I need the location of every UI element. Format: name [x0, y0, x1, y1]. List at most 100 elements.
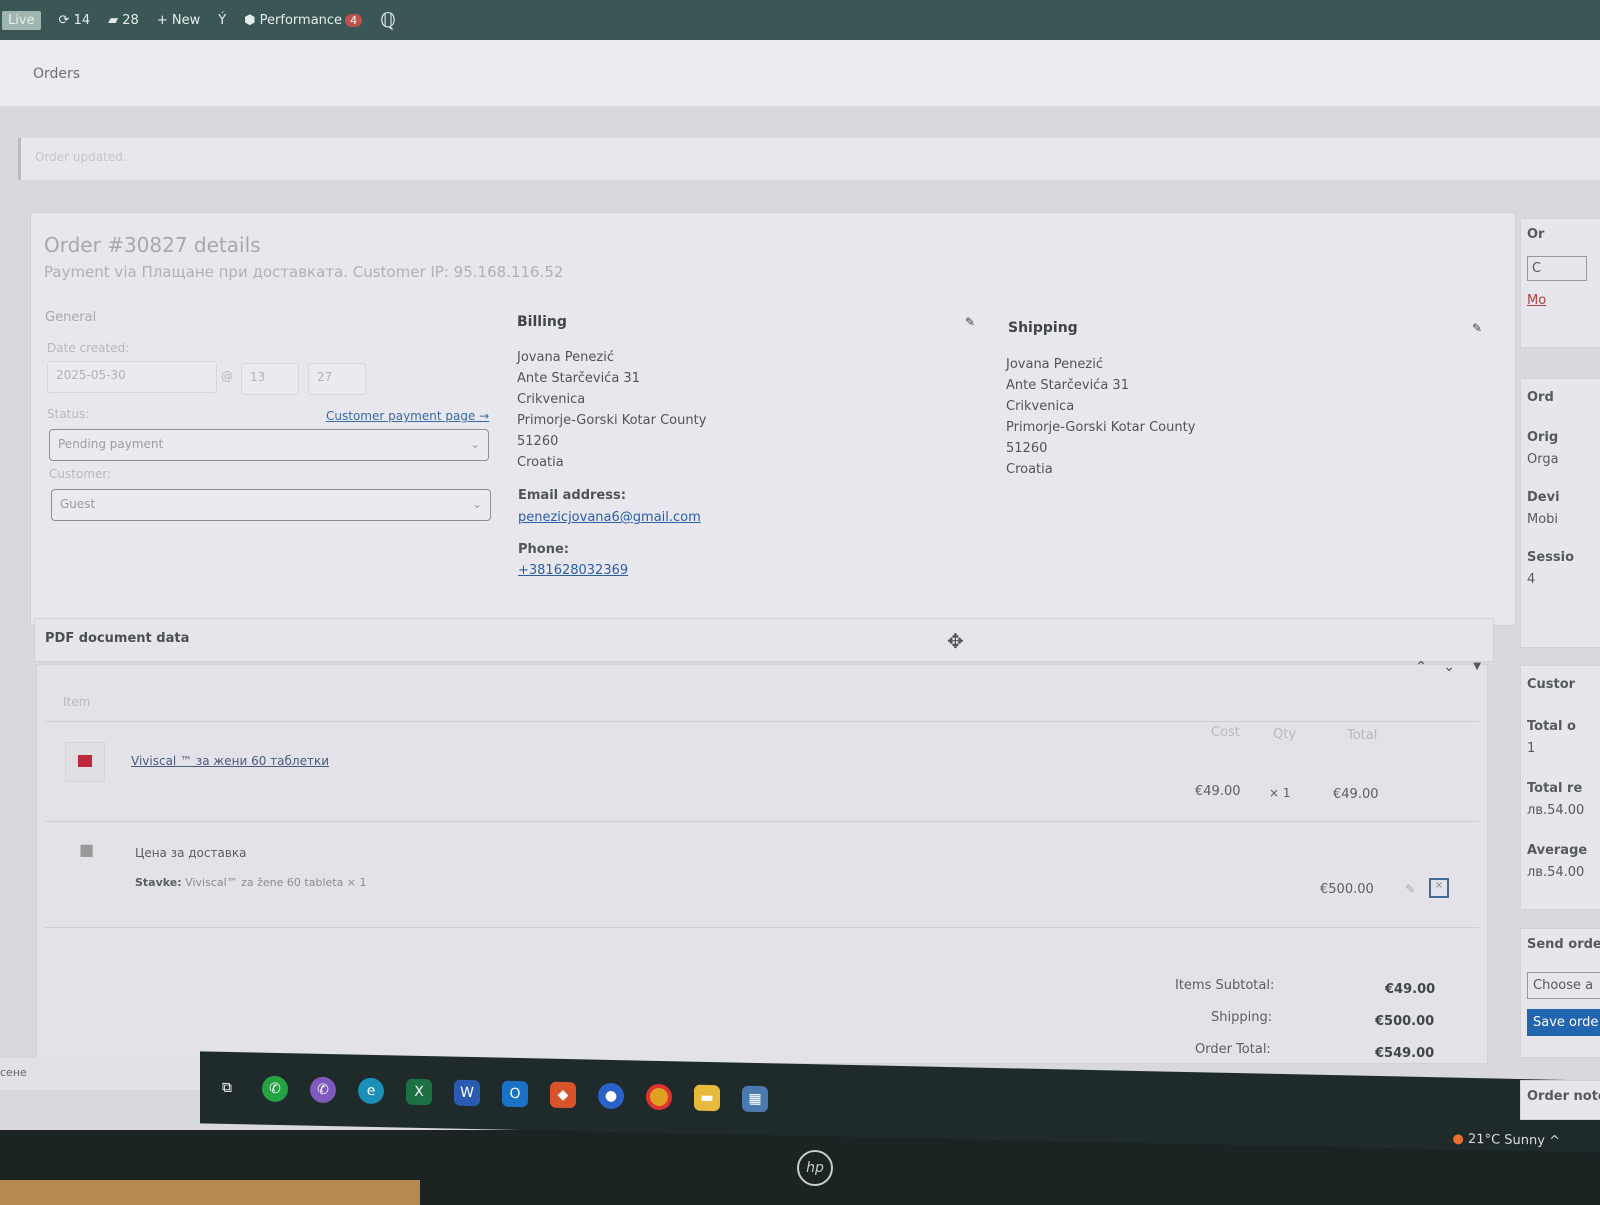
delete-x-icon[interactable]: ×	[1429, 878, 1449, 898]
hour-input[interactable]: 13	[241, 363, 299, 395]
shipping-label: Shipping:	[1211, 1010, 1273, 1025]
comment-icon: ▰	[108, 12, 119, 28]
live-badge[interactable]: Live	[2, 10, 41, 30]
yoast-icon[interactable]: Ý	[218, 13, 226, 28]
customer-history-box: Custor Total o 1 Total re лв.54.00 Avera…	[1520, 665, 1600, 910]
viber-icon[interactable]: ✆	[310, 1076, 336, 1104]
comments-button[interactable]: ▰ 28	[108, 13, 139, 28]
item-qty: × 1	[1269, 786, 1291, 800]
chevron-down-icon: ⌄	[471, 497, 482, 511]
excel-icon[interactable]: X	[406, 1078, 432, 1106]
items-subtotal-value: €49.00	[1385, 982, 1436, 997]
updates-button[interactable]: ⟳ 14	[59, 13, 91, 28]
outlook-icon[interactable]: O	[502, 1080, 528, 1108]
phone-label: Phone:	[518, 542, 569, 557]
order-title: Order #30827 details	[44, 233, 261, 257]
box-button[interactable]: C	[1527, 256, 1587, 281]
billing-line: Croatia	[517, 455, 564, 470]
billing-address: Jovana Penezić Ante Starčevića 31 Crikve…	[517, 347, 706, 473]
status-label: Status:	[47, 407, 90, 421]
edit-pencil-icon[interactable]: ✎	[1405, 882, 1415, 896]
shipping-line: Primorje-Gorski Kotar County	[1006, 420, 1196, 435]
file-explorer-icon[interactable]: ▬	[694, 1084, 720, 1112]
customer-value: Guest	[60, 497, 96, 511]
device-value: Mobi	[1527, 512, 1559, 527]
minute-input[interactable]: 27	[308, 363, 366, 395]
customer-payment-page-link[interactable]: Customer payment page →	[326, 409, 489, 423]
phone-link[interactable]: +381628032369	[518, 563, 628, 578]
save-order-button[interactable]: Save orde	[1527, 1009, 1600, 1036]
toggle-panel-icon[interactable]: ▼	[1473, 661, 1481, 672]
shipping-heading: Shipping	[1008, 320, 1078, 336]
billing-line: Primorje-Gorski Kotar County	[517, 413, 707, 428]
customer-label: Customer:	[49, 467, 112, 481]
origin-value: Orga	[1527, 452, 1559, 467]
email-link[interactable]: penezicjovana6@gmail.com	[518, 510, 701, 525]
weather-text: 21°C Sunny	[1468, 1131, 1545, 1149]
weather-widget[interactable]: ● 21°C Sunny ^	[1453, 1131, 1560, 1148]
order-items-panel: ⌃ ⌄ ▼ Item Cost Qty Total Viviscal ™ за …	[36, 659, 1488, 1064]
order-total-label: Order Total:	[1195, 1042, 1271, 1057]
box-link[interactable]: Mo	[1527, 293, 1600, 308]
send-order-email-box: Send orde Choose a Save orde	[1520, 928, 1600, 1058]
date-created-label: Date created:	[47, 341, 130, 355]
product-link[interactable]: Viviscal ™ за жени 60 таблетки	[131, 754, 329, 768]
new-label: New	[171, 12, 201, 28]
shipping-meta: Stavke: Viviscal™ za žene 60 tableta × 1	[135, 876, 367, 889]
general-heading: General	[45, 310, 97, 325]
whatsapp-icon[interactable]: ✆	[262, 1075, 288, 1103]
email-label: Email address:	[518, 488, 626, 503]
chevron-up-icon[interactable]: ^	[1549, 1133, 1560, 1148]
average-value: лв.54.00	[1527, 865, 1585, 880]
app-blue-icon[interactable]: ●	[598, 1082, 624, 1110]
order-totals: Items Subtotal: €49.00 Shipping: €500.00…	[45, 927, 1479, 1061]
pdf-heading: PDF document data	[45, 631, 190, 646]
device-label: Devi	[1527, 490, 1560, 505]
choose-action-select[interactable]: Choose a	[1527, 972, 1600, 999]
page-title: Orders	[33, 66, 81, 82]
shipping-line-row: ■ Цена за доставка Stavke: Viviscal™ za …	[45, 821, 1479, 921]
total-orders-label: Total o	[1527, 719, 1576, 734]
status-select[interactable]: Pending payment ⌄	[49, 429, 489, 461]
billing-heading: Billing	[517, 314, 567, 330]
query-monitor-icon[interactable]: ℚ	[380, 8, 396, 32]
refresh-icon: ⟳	[58, 12, 70, 28]
performance-button[interactable]: ⬢ Performance 4	[244, 12, 363, 28]
send-order-title: Send orde	[1527, 937, 1600, 952]
origin-label: Orig	[1527, 430, 1559, 445]
at-label: @	[221, 369, 233, 383]
performance-label: Performance	[259, 12, 343, 28]
customer-select[interactable]: Guest ⌄	[51, 489, 491, 521]
move-up-chevron-icon[interactable]: ⌃	[1415, 659, 1427, 675]
left-text: сене	[0, 1058, 200, 1090]
edit-shipping-pencil-icon[interactable]: ✎	[1472, 321, 1482, 335]
shipping-value: €500.00	[1375, 1014, 1435, 1029]
items-subtotal-label: Items Subtotal:	[1175, 978, 1275, 993]
line-item-row: Viviscal ™ за жени 60 таблетки €49.00 × …	[45, 721, 1479, 821]
word-icon[interactable]: W	[454, 1079, 480, 1107]
app-shield-icon[interactable]: ◆	[550, 1081, 576, 1109]
order-actions-box: Or C Mo	[1520, 218, 1600, 348]
sun-icon: ●	[1452, 1131, 1464, 1147]
chrome-icon[interactable]	[646, 1083, 672, 1111]
shipping-line: Crikvenica	[1006, 399, 1075, 414]
billing-line: 51260	[517, 434, 559, 449]
customer-history-title: Custor	[1527, 677, 1576, 692]
edit-billing-pencil-icon[interactable]: ✎	[965, 315, 975, 329]
shipping-meta-value: Viviscal™ za žene 60 tableta × 1	[185, 876, 367, 889]
updates-count: 14	[73, 12, 91, 28]
shipping-line: Jovana Penezić	[1006, 357, 1103, 372]
shipping-meta-label: Stavke:	[135, 876, 182, 889]
task-view-icon[interactable]: ⧉	[214, 1075, 240, 1102]
pdf-document-data-panel[interactable]: PDF document data ✥	[34, 618, 1494, 662]
shipping-line: Ante Starčevića 31	[1006, 378, 1129, 393]
edge-icon[interactable]: e	[358, 1077, 384, 1105]
order-data-panel: Order #30827 details Payment via Плащане…	[30, 212, 1516, 626]
move-down-chevron-icon[interactable]: ⌄	[1443, 659, 1455, 675]
billing-line: Crikvenica	[517, 392, 586, 407]
comments-count: 28	[122, 12, 139, 28]
date-created-input[interactable]: 2025-05-30	[47, 361, 217, 393]
order-notes-box: Order note	[1520, 1080, 1600, 1120]
new-button[interactable]: + New	[157, 13, 200, 28]
calculator-icon[interactable]: ▦	[742, 1085, 768, 1113]
